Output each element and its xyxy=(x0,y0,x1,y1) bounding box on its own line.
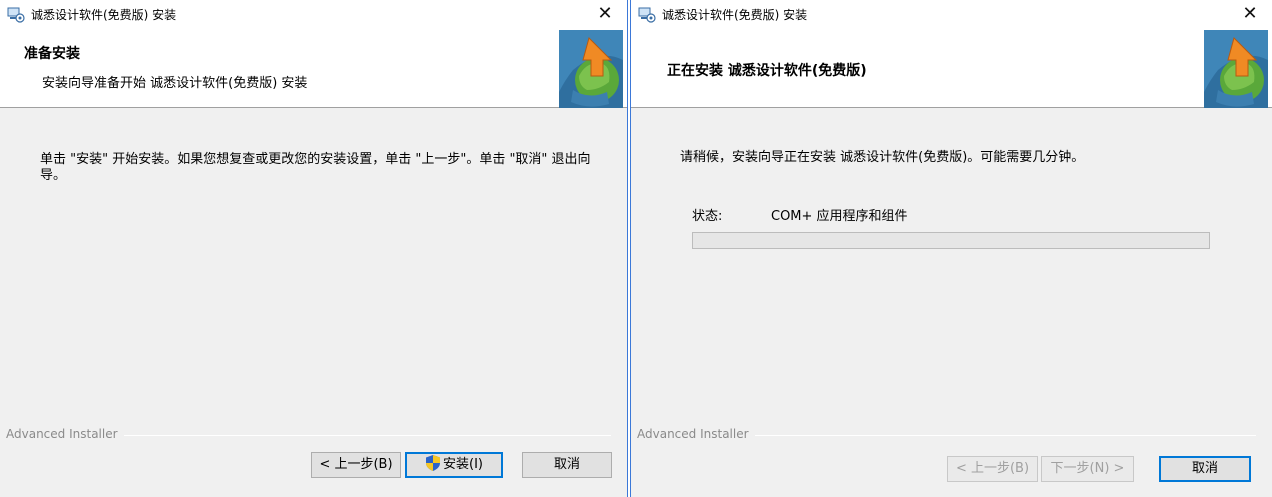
header-banner: 正在安装 诚悉设计软件(免费版) xyxy=(631,30,1272,108)
next-button[interactable]: 下一步(N) > xyxy=(1041,456,1134,482)
install-progress-bar xyxy=(692,232,1210,249)
brand-label: Advanced Installer xyxy=(637,427,755,441)
close-icon: ✕ xyxy=(1242,3,1258,24)
banner-title: 正在安装 诚悉设计软件(免费版) xyxy=(667,63,867,79)
progress-message: 请稍候，安装向导正在安装 诚悉设计软件(免费版)。可能需要几分钟。 xyxy=(680,150,1085,165)
installer-window-ready: 诚悉设计软件(免费版) 安装 ✕ 准备安装 安装向导准备开始 诚悉设计软件(免费… xyxy=(0,0,628,497)
close-icon: ✕ xyxy=(597,3,613,24)
install-button-label: 安装(I) xyxy=(443,457,483,472)
banner-title: 准备安装 xyxy=(24,46,80,62)
title-bar[interactable]: 诚悉设计软件(免费版) 安装 ✕ xyxy=(0,0,627,30)
installer-app-icon xyxy=(638,7,656,23)
cancel-button[interactable]: 取消 xyxy=(522,452,612,478)
title-bar[interactable]: 诚悉设计软件(免费版) 安装 ✕ xyxy=(631,0,1272,30)
brand-row: Advanced Installer xyxy=(637,427,1256,441)
installer-puzzle-logo xyxy=(559,30,623,108)
installer-window-installing: 诚悉设计软件(免费版) 安装 ✕ 正在安装 诚悉设计软件(免费版) 请稍候，安装… xyxy=(630,0,1272,497)
uac-shield-icon xyxy=(426,455,440,471)
installer-puzzle-logo xyxy=(1204,30,1268,108)
cancel-button[interactable]: 取消 xyxy=(1159,456,1251,482)
window-title: 诚悉设计软件(免费版) 安装 xyxy=(31,8,177,22)
status-value: COM+ 应用程序和组件 xyxy=(771,209,908,224)
brand-label: Advanced Installer xyxy=(6,427,124,441)
close-button[interactable]: ✕ xyxy=(583,0,627,30)
window-title: 诚悉设计软件(免费版) 安装 xyxy=(662,8,808,22)
instructions-text: 单击 "安装" 开始安装。如果您想复查或更改您的安装设置，单击 "上一步"。单击… xyxy=(40,152,591,183)
back-button[interactable]: < 上一步(B) xyxy=(311,452,401,478)
close-button[interactable]: ✕ xyxy=(1228,0,1272,30)
installer-app-icon xyxy=(7,7,25,23)
status-label: 状态: xyxy=(692,209,723,224)
back-button[interactable]: < 上一步(B) xyxy=(947,456,1038,482)
header-banner: 准备安装 安装向导准备开始 诚悉设计软件(免费版) 安装 xyxy=(0,30,627,108)
install-button[interactable]: 安装(I) xyxy=(405,452,503,478)
brand-row: Advanced Installer xyxy=(6,427,611,441)
banner-subtitle: 安装向导准备开始 诚悉设计软件(免费版) 安装 xyxy=(42,76,308,91)
